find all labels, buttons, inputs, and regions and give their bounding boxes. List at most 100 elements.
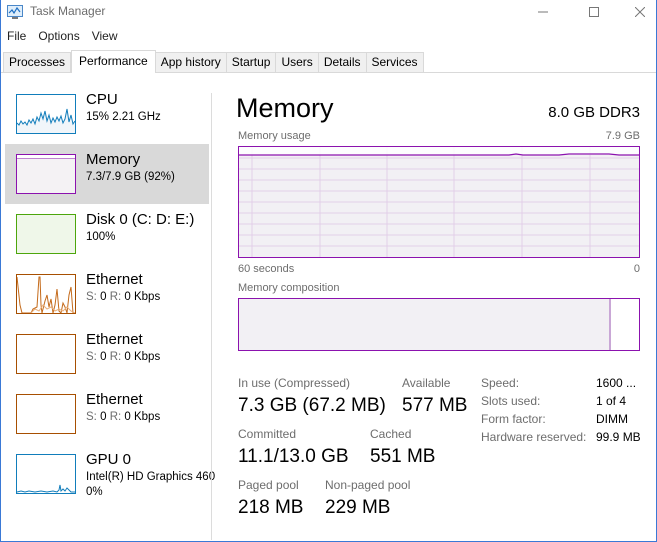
receive-label: R:	[109, 351, 122, 363]
committed-label: Committed	[238, 427, 297, 441]
gpu-thumbnail-graph	[16, 454, 76, 494]
receive-label: R:	[109, 291, 122, 303]
committed-value: 11.1/13.0 GB	[238, 446, 349, 467]
menu-view[interactable]: View	[86, 28, 124, 46]
receive-value: 0 Kbps	[124, 411, 161, 423]
minimize-icon	[538, 11, 548, 13]
tab-app-history[interactable]: App history	[155, 52, 227, 73]
sidebar-item-label: Ethernet	[86, 391, 143, 408]
menu-file[interactable]: File	[1, 28, 32, 46]
speed-value: 1600 ...	[596, 376, 637, 390]
ethernet-thumbnail-graph	[16, 394, 76, 434]
memory-composition-bar	[238, 298, 640, 351]
available-value: 577 MB	[402, 395, 468, 416]
sidebar-item-ethernet-3[interactable]: Ethernet S: 0 R: 0 Kbps	[5, 384, 209, 444]
gpu-sparkline	[17, 484, 75, 493]
memory-usage-max: 7.9 GB	[605, 130, 640, 142]
sidebar-item-sub: S: 0 R: 0 Kbps	[86, 411, 160, 423]
slots-used-value: 1 of 4	[596, 394, 627, 408]
minimize-button[interactable]	[520, 0, 566, 24]
tab-services[interactable]: Services	[366, 52, 424, 73]
sidebar-item-gpu-0[interactable]: GPU 0 Intel(R) HD Graphics 460 0%	[5, 444, 215, 504]
form-factor-label: Form factor:	[481, 412, 546, 426]
menu-bar: File Options View	[1, 28, 124, 46]
sidebar-item-sub: 15% 2.21 GHz	[86, 111, 161, 123]
close-icon	[635, 7, 645, 17]
in-use-label: In use (Compressed)	[238, 376, 351, 390]
sidebar-item-ethernet-2[interactable]: Ethernet S: 0 R: 0 Kbps	[5, 324, 209, 384]
task-manager-window: Task Manager File Options View Processes…	[0, 0, 657, 542]
sidebar-item-label: Disk 0 (C: D: E:)	[86, 211, 195, 228]
sidebar-item-label: GPU 0	[86, 451, 132, 468]
maximize-button[interactable]	[571, 0, 617, 24]
sidebar-item-cpu[interactable]: CPU 15% 2.21 GHz	[5, 84, 209, 144]
memory-sparkline	[17, 155, 75, 159]
menu-options[interactable]: Options	[32, 28, 85, 46]
non-paged-pool-value: 229 MB	[325, 497, 391, 518]
sidebar-item-label: CPU	[86, 91, 118, 108]
form-factor-value: DIMM	[596, 412, 628, 426]
sidebar-item-ethernet-1[interactable]: Ethernet S: 0 R: 0 Kbps	[5, 264, 209, 324]
receive-value: 0 Kbps	[124, 351, 161, 363]
page-title: Memory	[236, 93, 334, 123]
send-value: 0	[100, 291, 107, 303]
sidebar-item-sub: Intel(R) HD Graphics 460	[86, 471, 216, 483]
tab-processes[interactable]: Processes	[3, 52, 72, 73]
composition-in-use-segment	[239, 299, 611, 350]
close-button[interactable]	[617, 0, 657, 24]
sidebar-item-sub: 7.3/7.9 GB (92%)	[86, 171, 175, 183]
sidebar-item-label: Ethernet	[86, 271, 143, 288]
hardware-reserved-value: 99.9 MB	[596, 430, 641, 444]
time-axis-end: 0	[633, 263, 640, 275]
receive-label: R:	[109, 411, 122, 423]
ethernet-sparkline	[17, 276, 75, 313]
memory-usage-label: Memory usage	[238, 130, 311, 142]
in-use-value: 7.3 GB (67.2 MB)	[238, 395, 386, 416]
sidebar-item-sub: S: 0 R: 0 Kbps	[86, 351, 160, 363]
receive-value: 0 Kbps	[124, 291, 161, 303]
sidebar-divider[interactable]	[211, 93, 212, 540]
non-paged-pool-label: Non-paged pool	[325, 478, 411, 492]
memory-composition-label: Memory composition	[238, 282, 340, 294]
sidebar-item-sub: S: 0 R: 0 Kbps	[86, 291, 160, 303]
sidebar-item-label: Ethernet	[86, 331, 143, 348]
tab-details[interactable]: Details	[318, 52, 367, 73]
performance-sidebar: CPU 15% 2.21 GHz Memory 7.3/7.9 GB (92%)…	[3, 84, 215, 540]
memory-thumbnail-graph	[16, 154, 76, 194]
send-label: S:	[86, 351, 97, 363]
send-label: S:	[86, 411, 97, 423]
memory-spec: 8.0 GB DDR3	[548, 104, 640, 121]
tab-strip: Processes Performance App history Startu…	[3, 50, 424, 73]
sidebar-item-sub: 100%	[86, 231, 116, 243]
send-value: 0	[100, 411, 107, 423]
cpu-thumbnail-graph	[16, 94, 76, 134]
sidebar-item-sub2: 0%	[86, 486, 103, 498]
sidebar-item-disk-0[interactable]: Disk 0 (C: D: E:) 100%	[5, 204, 209, 264]
speed-label: Speed:	[481, 376, 520, 390]
cached-label: Cached	[370, 427, 412, 441]
tab-users[interactable]: Users	[276, 52, 319, 73]
task-manager-app-icon	[7, 5, 23, 19]
title-bar[interactable]: Task Manager	[1, 0, 656, 24]
sidebar-item-label: Memory	[86, 151, 141, 168]
tab-performance[interactable]: Performance	[71, 50, 156, 73]
paged-pool-label: Paged pool	[238, 478, 299, 492]
memory-usage-gridlines	[239, 147, 639, 257]
send-label: S:	[86, 291, 97, 303]
sidebar-item-memory[interactable]: Memory 7.3/7.9 GB (92%)	[5, 144, 209, 204]
available-label: Available	[402, 376, 451, 390]
tab-startup[interactable]: Startup	[226, 52, 277, 73]
time-axis-start: 60 seconds	[238, 263, 295, 275]
send-value: 0	[100, 351, 107, 363]
maximize-icon	[589, 7, 599, 17]
window-title: Task Manager	[30, 4, 106, 18]
paged-pool-value: 218 MB	[238, 497, 304, 518]
ethernet-thumbnail-graph	[16, 334, 76, 374]
hardware-reserved-label: Hardware reserved:	[481, 430, 587, 444]
slots-used-label: Slots used:	[481, 394, 541, 408]
cached-value: 551 MB	[370, 446, 436, 467]
disk-thumbnail-graph	[16, 214, 76, 254]
cpu-sparkline	[17, 108, 75, 133]
memory-usage-graph	[238, 146, 640, 258]
ethernet-thumbnail-graph	[16, 274, 76, 314]
